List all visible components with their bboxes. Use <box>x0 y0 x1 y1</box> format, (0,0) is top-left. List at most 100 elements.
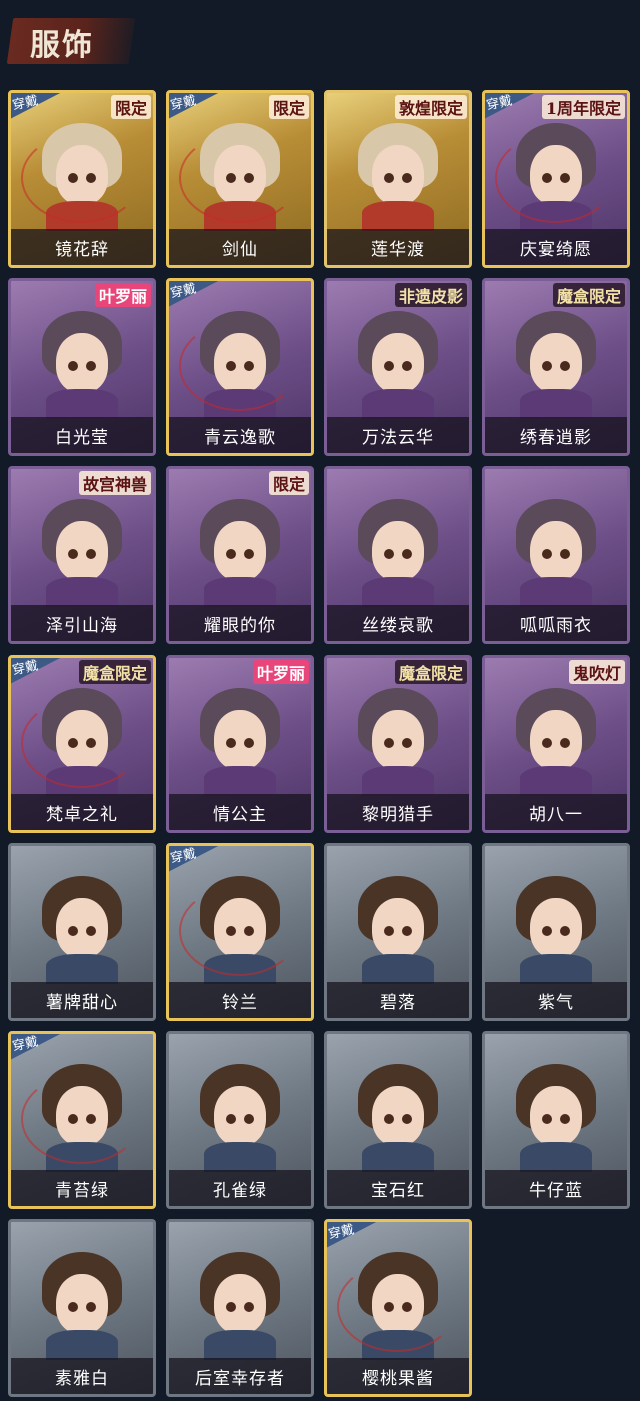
character-eye <box>384 926 394 936</box>
costume-card[interactable]: 非遗皮影 万法云华 <box>324 278 472 456</box>
character-face <box>372 898 424 958</box>
character-body <box>204 1142 276 1172</box>
costume-card[interactable]: 魔盒限定 黎明猎手 <box>324 655 472 833</box>
character-portrait <box>194 491 286 607</box>
worn-tag: 穿戴 <box>11 1034 66 1061</box>
costume-card[interactable]: 丝缕哀歌 <box>324 466 472 644</box>
character-portrait <box>352 303 444 419</box>
costume-name: 青云逸歌 <box>169 417 311 453</box>
collab-badge: 魔盒限定 <box>394 660 467 684</box>
character-portrait <box>194 1056 286 1172</box>
character-face <box>56 333 108 393</box>
character-eye <box>226 1114 236 1124</box>
character-body <box>204 766 276 796</box>
costume-grid: 穿戴 限定 镜花辞 穿戴 限定 剑仙 敦煌限定 莲华渡 穿戴 1周年限定 庆宴绮愿 叶罗丽 白光莹 穿戴青… <box>0 0 640 1401</box>
costume-name: 牛仔蓝 <box>485 1170 627 1206</box>
character-eye <box>86 549 96 559</box>
collab-badge: 鬼吹灯 <box>568 660 625 684</box>
character-body <box>520 954 592 984</box>
character-portrait <box>352 491 444 607</box>
costume-card[interactable]: 孔雀绿 <box>166 1031 314 1209</box>
character-eye <box>86 926 96 936</box>
costume-name: 剑仙 <box>169 229 311 265</box>
costume-name: 樱桃果酱 <box>327 1358 469 1394</box>
equipped-ring <box>337 1262 457 1352</box>
equipped-ring <box>21 133 141 223</box>
character-portrait <box>510 1056 602 1172</box>
character-eye <box>86 361 96 371</box>
character-body <box>46 954 118 984</box>
costume-card[interactable]: 叶罗丽 白光莹 <box>8 278 156 456</box>
costume-card[interactable]: 穿戴 限定 剑仙 <box>166 90 314 268</box>
costume-card[interactable]: 魔盒限定 绣春逍影 <box>482 278 630 456</box>
costume-name: 碧落 <box>327 982 469 1018</box>
character-eye <box>68 549 78 559</box>
costume-name: 青苔绿 <box>11 1170 153 1206</box>
costume-card[interactable]: 故宫神兽 泽引山海 <box>8 466 156 644</box>
character-eye <box>560 926 570 936</box>
character-body <box>520 577 592 607</box>
character-eye <box>68 1302 78 1312</box>
costume-card[interactable]: 碧落 <box>324 843 472 1021</box>
character-eye <box>244 1302 254 1312</box>
character-body <box>362 389 434 419</box>
character-portrait <box>194 680 286 796</box>
collab-badge: 魔盒限定 <box>78 660 151 684</box>
costume-card[interactable]: 敦煌限定 莲华渡 <box>324 90 472 268</box>
costume-card[interactable]: 后室幸存者 <box>166 1219 314 1397</box>
costume-card[interactable]: 穿戴 限定 镜花辞 <box>8 90 156 268</box>
equipped-ring <box>179 133 299 223</box>
character-eye <box>542 361 552 371</box>
worn-tag: 穿戴 <box>169 846 224 873</box>
character-face <box>530 710 582 770</box>
costume-name: 素雅白 <box>11 1358 153 1394</box>
costume-name: 梵卓之礼 <box>11 794 153 830</box>
character-body <box>362 766 434 796</box>
collab-badge: 1周年限定 <box>541 95 625 119</box>
collab-badge: 限定 <box>268 95 309 119</box>
character-portrait <box>510 680 602 796</box>
character-eye <box>542 1114 552 1124</box>
character-portrait <box>510 868 602 984</box>
costume-card[interactable]: 穿戴 樱桃果酱 <box>324 1219 472 1397</box>
costume-name: 庆宴绮愿 <box>485 229 627 265</box>
costume-card[interactable]: 穿戴 铃兰 <box>166 843 314 1021</box>
costume-card[interactable]: 薯牌甜心 <box>8 843 156 1021</box>
costume-card[interactable]: 穿戴 1周年限定 庆宴绮愿 <box>482 90 630 268</box>
costume-card[interactable]: 鬼吹灯胡八一 <box>482 655 630 833</box>
costume-card[interactable]: 穿戴 青苔绿 <box>8 1031 156 1209</box>
costume-card[interactable]: 限定 耀眼的你 <box>166 466 314 644</box>
character-eye <box>68 361 78 371</box>
character-portrait <box>352 680 444 796</box>
character-eye <box>244 549 254 559</box>
character-portrait <box>36 1244 128 1360</box>
costume-card[interactable]: 叶罗丽 情公主 <box>166 655 314 833</box>
character-eye <box>402 1114 412 1124</box>
worn-tag: 穿戴 <box>11 658 66 685</box>
character-eye <box>384 361 394 371</box>
costume-card[interactable]: 穿戴 青云逸歌 <box>166 278 314 456</box>
costume-name: 胡八一 <box>485 794 627 830</box>
character-face <box>56 898 108 958</box>
collab-badge: 故宫神兽 <box>78 471 151 495</box>
costume-card[interactable]: 紫气 <box>482 843 630 1021</box>
character-face <box>530 1086 582 1146</box>
character-face <box>214 1274 266 1334</box>
costume-card[interactable]: 素雅白 <box>8 1219 156 1397</box>
character-portrait <box>352 868 444 984</box>
character-portrait <box>352 115 444 231</box>
character-portrait <box>36 868 128 984</box>
character-eye <box>402 361 412 371</box>
character-eye <box>86 1302 96 1312</box>
character-eye <box>226 738 236 748</box>
costume-card[interactable]: 宝石红 <box>324 1031 472 1209</box>
costume-card[interactable]: 穿戴 魔盒限定梵卓之礼 <box>8 655 156 833</box>
character-face <box>214 521 266 581</box>
character-portrait <box>36 303 128 419</box>
character-face <box>530 898 582 958</box>
costume-card[interactable]: 牛仔蓝 <box>482 1031 630 1209</box>
costume-name: 丝缕哀歌 <box>327 605 469 641</box>
costume-card[interactable]: 呱呱雨衣 <box>482 466 630 644</box>
character-portrait <box>510 303 602 419</box>
character-eye <box>226 549 236 559</box>
